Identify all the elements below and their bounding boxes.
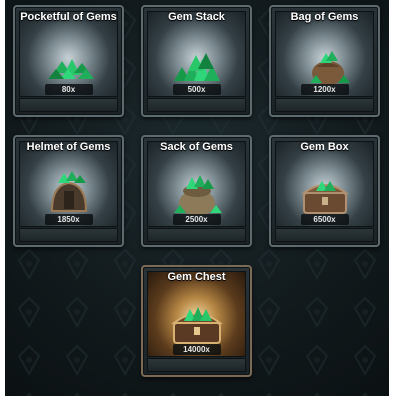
item-footer-bar (147, 98, 246, 112)
item-price: 2500x (172, 214, 221, 225)
item-title: Helmet of Gems (26, 141, 111, 153)
item-title: Gem Stack (168, 11, 225, 23)
item-footer-bar (19, 98, 118, 112)
shop-item-gem-stack[interactable]: Gem Stack 500x (141, 5, 252, 117)
gem-shop-panel: Pocketful of Gems 80x Gem Stack 500x Bag… (5, 0, 389, 396)
item-footer-bar (275, 98, 374, 112)
shop-item-helmet-of-gems[interactable]: Helmet of Gems 1850x (13, 135, 124, 247)
gem-box-icon (300, 181, 349, 215)
item-price: 80x (44, 84, 93, 95)
item-price: 6500x (300, 214, 349, 225)
item-footer-bar (19, 228, 118, 242)
shop-item-bag-of-gems[interactable]: Bag of Gems 1200x (269, 5, 380, 117)
item-footer-bar (147, 358, 246, 372)
shop-item-gem-chest[interactable]: Gem Chest 14000x (141, 265, 252, 377)
gem-stack-icon (173, 53, 220, 82)
item-price: 1200x (300, 84, 349, 95)
item-footer-bar (147, 228, 246, 242)
item-title: Gem Box (300, 141, 349, 153)
shop-item-gem-box[interactable]: Gem Box 6500x (269, 135, 380, 247)
item-title: Sack of Gems (160, 141, 233, 153)
shop-item-pocketful-of-gems[interactable]: Pocketful of Gems 80x (13, 5, 124, 117)
item-title: Bag of Gems (290, 11, 359, 23)
item-title: Pocketful of Gems (20, 11, 117, 23)
gem-bag-icon (309, 51, 350, 86)
gem-helmet-icon (50, 171, 87, 213)
item-price: 1850x (44, 214, 93, 225)
item-price: 14000x (172, 344, 221, 355)
gem-pile-icon (47, 59, 94, 80)
shop-item-sack-of-gems[interactable]: Sack of Gems 2500x (141, 135, 252, 247)
item-title: Gem Chest (167, 271, 226, 283)
item-footer-bar (275, 228, 374, 242)
gem-sack-icon (173, 175, 222, 217)
item-price: 500x (172, 84, 221, 95)
gem-chest-icon (170, 307, 223, 345)
